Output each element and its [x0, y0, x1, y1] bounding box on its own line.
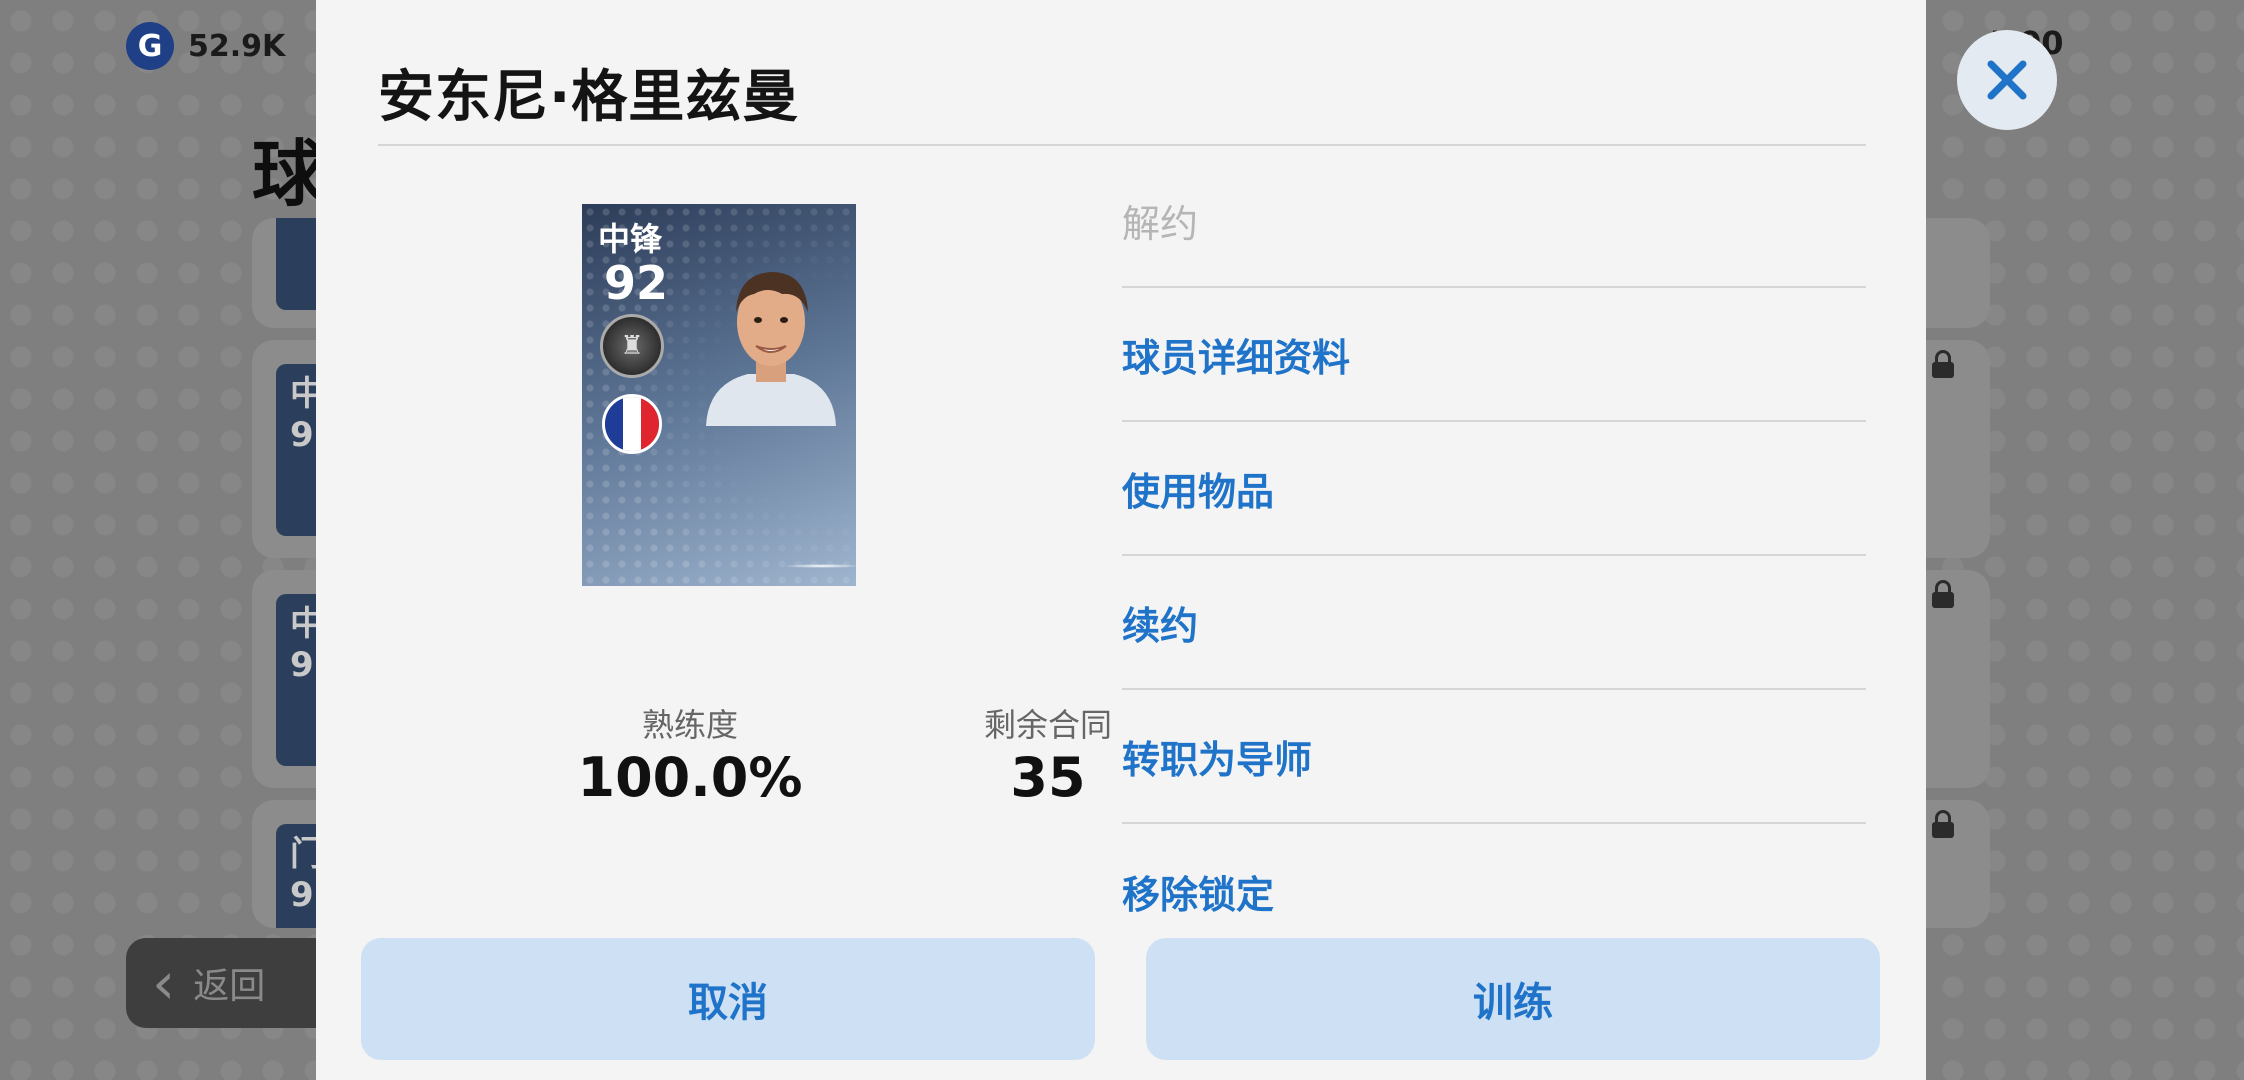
player-action-dialog: 安东尼·格里兹曼 中锋 92 ♜ 熟练度 100.0% 剩余合同 35 解约 球…: [316, 0, 1926, 1080]
close-icon: [1987, 60, 2027, 100]
flag-stripe-red: [641, 397, 659, 451]
menu-item-player-details[interactable]: 球员详细资料: [1122, 288, 1866, 422]
flag-stripe-white: [623, 397, 641, 451]
action-menu: 解约 球员详细资料 使用物品 续约 转职为导师 移除锁定: [1122, 154, 1866, 958]
close-button[interactable]: [1957, 30, 2057, 130]
menu-item-terminate-contract: 解约: [1122, 154, 1866, 288]
player-name-title: 安东尼·格里兹曼: [378, 65, 800, 130]
currency-display: G 52.9K: [126, 22, 285, 70]
chevron-left-icon: ‹: [152, 949, 176, 1017]
back-label: 返回: [193, 966, 266, 1007]
club-badge-icon: ♜: [600, 314, 664, 378]
lock-icon: [1932, 580, 1954, 608]
proficiency-value: 100.0%: [577, 746, 803, 809]
train-button[interactable]: 训练: [1146, 938, 1880, 1060]
menu-item-use-item[interactable]: 使用物品: [1122, 422, 1866, 556]
card-glint: [782, 564, 856, 568]
card-rating: 92: [604, 256, 669, 310]
gp-coin-icon: G: [126, 22, 174, 70]
title-divider: [378, 144, 1866, 146]
card-position: 中锋: [598, 220, 663, 258]
lock-icon: [1932, 810, 1954, 838]
proficiency-label: 熟练度: [641, 706, 738, 744]
lock-icon: [1932, 350, 1954, 378]
menu-item-convert-to-trainer[interactable]: 转职为导师: [1122, 690, 1866, 824]
flag-stripe-blue: [605, 397, 623, 451]
menu-item-renew-contract[interactable]: 续约: [1122, 556, 1866, 690]
currency-amount: 52.9K: [188, 28, 286, 64]
background-card-rating: 9: [290, 644, 314, 685]
background-page-title: 球: [252, 132, 325, 216]
cancel-button[interactable]: 取消: [361, 938, 1095, 1060]
player-portrait: [706, 272, 836, 426]
france-flag-icon: [602, 394, 662, 454]
background-card-rating: 9: [290, 874, 314, 915]
background-card-rating: 9: [290, 414, 314, 455]
player-card[interactable]: 中锋 92 ♜: [582, 204, 856, 586]
screen: G 52.9K /500 球 中 9 中 9 门 9 ‹ 返回 安东尼·格里兹曼: [0, 0, 2244, 1080]
